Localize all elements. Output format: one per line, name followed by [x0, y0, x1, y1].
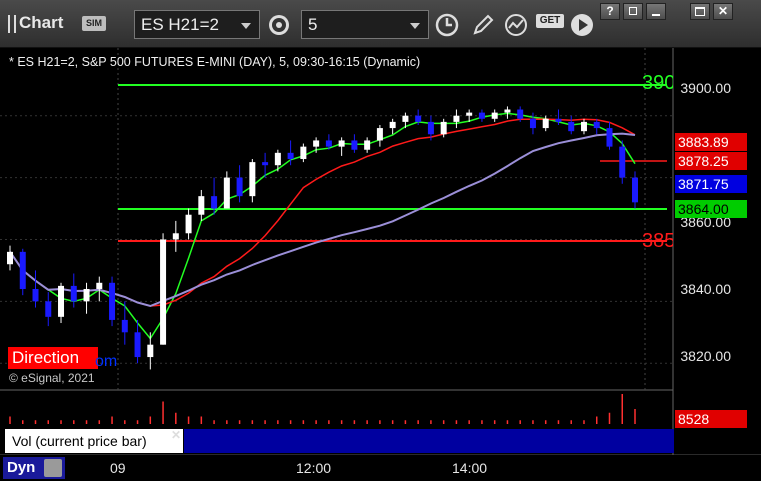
help-button[interactable]: ? [600, 3, 620, 20]
candle-body [300, 146, 307, 160]
price-tag-last: 3871.75 [675, 175, 747, 193]
app-title: Chart [19, 13, 64, 32]
candle-body [389, 121, 396, 129]
candle-body [96, 282, 103, 289]
candle-body [160, 239, 167, 345]
get-button[interactable]: GET [536, 12, 564, 38]
candle-body [529, 118, 536, 129]
time-tick-09: 09 [110, 460, 126, 476]
candle-body [185, 214, 192, 234]
maximize-button[interactable] [690, 3, 710, 20]
upper-level-label: 390 [642, 72, 673, 94]
restore-button[interactable] [623, 3, 643, 20]
chart-title: * ES H21=2, S&P 500 FUTURES E-MINI (DAY)… [9, 55, 421, 69]
y-tick-3840: 3840.00 [680, 281, 731, 297]
volume-value-tag: 8528 [675, 410, 747, 428]
copyright: © eSignal, 2021 [9, 371, 95, 385]
candle-body [7, 251, 13, 265]
play-icon[interactable] [569, 12, 595, 38]
symbol-value: ES H21=2 [141, 15, 219, 34]
candle-body [32, 288, 39, 302]
candle-body [236, 177, 243, 197]
chevron-down-icon[interactable] [241, 23, 251, 29]
candle-body [198, 196, 205, 215]
candle-body [402, 115, 409, 122]
price-tag-green: 3864.00 [675, 200, 747, 218]
candle-body [376, 128, 383, 141]
candle-body [313, 140, 320, 147]
candle-body [249, 162, 256, 197]
dynamic-label: Dyn [7, 459, 36, 476]
candle-body [555, 118, 562, 122]
interval-combo[interactable]: 5 [301, 10, 429, 39]
candle-body [45, 301, 52, 317]
close-icon[interactable]: ✕ [171, 428, 181, 442]
candle-body [70, 285, 77, 302]
candle-body [440, 121, 447, 135]
direction-label: Direction [8, 347, 98, 369]
candle-body [338, 140, 345, 147]
restore-icon [629, 7, 637, 15]
candle-body [504, 109, 511, 113]
candle-body [478, 112, 485, 119]
y-tick-3900: 3900.00 [680, 80, 731, 96]
settings-gear-icon[interactable] [266, 12, 292, 38]
candle-body [427, 121, 434, 135]
candle-body [491, 112, 498, 119]
maximize-icon [695, 7, 705, 16]
candle-body [351, 140, 358, 150]
candle-body [262, 162, 269, 166]
get-label: GET [536, 14, 564, 28]
volume-caption: Vol (current price bar) [5, 429, 183, 453]
candle-body [287, 152, 294, 160]
draw-pencil-icon[interactable] [470, 12, 496, 38]
sim-badge: SIM [82, 16, 106, 31]
chart-toolbar: Chart SIM ES H21=2 5 GET ? ✕ [0, 0, 761, 48]
price-tag-red-high: 3883.89 [675, 133, 747, 151]
minimize-icon [652, 14, 660, 16]
clock-icon[interactable] [434, 12, 460, 38]
chevron-down-icon[interactable] [410, 23, 420, 29]
candle-body [58, 285, 65, 317]
candle-body [606, 128, 613, 147]
candle-body [147, 344, 154, 358]
candle-body [109, 282, 116, 320]
candle-body [453, 115, 460, 122]
time-tick-1400: 14:00 [452, 460, 488, 476]
candle-body [223, 177, 230, 209]
candle-body [517, 109, 524, 119]
candle-body [466, 112, 473, 116]
candle-body [619, 146, 626, 178]
candle-body [580, 121, 587, 132]
candle-body [415, 115, 422, 122]
candle-body [593, 121, 600, 129]
direction-overlay-text: om [95, 353, 118, 370]
candle-body [542, 118, 549, 129]
y-tick-3820: 3820.00 [680, 348, 731, 364]
help-icon: ? [606, 4, 614, 18]
symbol-combo[interactable]: ES H21=2 [134, 10, 260, 39]
candle-body [172, 233, 179, 240]
volume-header-band [184, 429, 674, 453]
close-icon: ✕ [717, 4, 729, 18]
price-tag-red-low: 3878.25 [675, 152, 747, 170]
candle-body [211, 196, 218, 209]
close-button[interactable]: ✕ [713, 3, 733, 20]
interval-value: 5 [308, 15, 318, 34]
candle-body [134, 332, 141, 358]
study-curve-icon[interactable] [503, 12, 529, 38]
candle-body [274, 152, 281, 166]
candle-body [121, 319, 128, 333]
minimize-button[interactable] [646, 3, 666, 20]
candle-body [325, 140, 332, 147]
candle-body [632, 177, 638, 203]
candle-body [364, 140, 371, 150]
lock-icon[interactable] [44, 459, 62, 477]
drag-grip-icon[interactable] [8, 15, 16, 33]
time-tick-1200: 12:00 [296, 460, 332, 476]
candle-body [19, 251, 26, 289]
lower-level-label: 385 [642, 230, 673, 252]
candle-body [83, 288, 90, 302]
candle-body [568, 121, 575, 132]
